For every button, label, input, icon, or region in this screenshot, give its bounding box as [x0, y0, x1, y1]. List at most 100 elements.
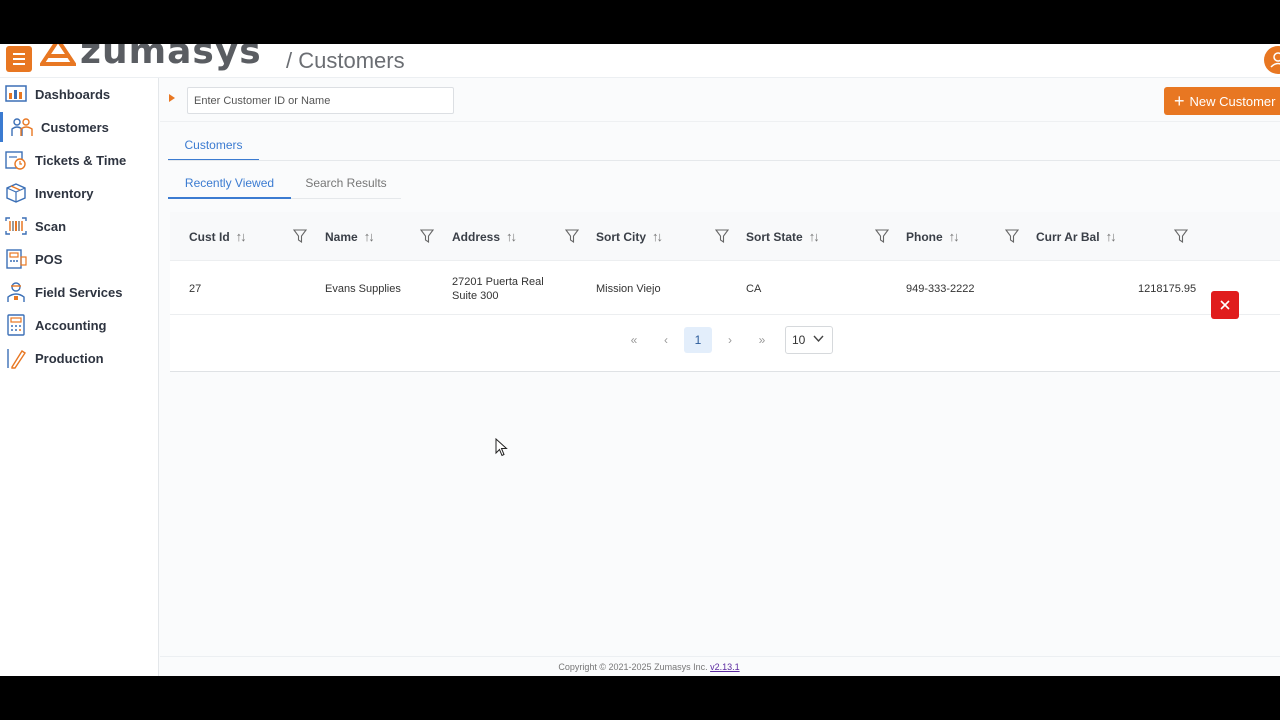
cell-name: Evans Supplies: [325, 283, 401, 295]
sidebar-item-label: Inventory: [35, 185, 94, 201]
inventory-icon: [5, 182, 27, 204]
tab-recently-viewed[interactable]: Recently Viewed: [168, 168, 291, 199]
sort-icon[interactable]: ↑↓: [236, 229, 247, 244]
sidebar-item-inventory[interactable]: Inventory: [0, 178, 158, 208]
zumasys-logo[interactable]: zumasys: [40, 44, 262, 74]
sidebar-item-field-services[interactable]: Field Services: [0, 277, 158, 307]
sort-icon[interactable]: ↑↓: [652, 229, 663, 244]
logo-mark-icon: [40, 44, 76, 66]
cell-phone: 949-333-2222: [906, 283, 975, 295]
column-header-sort-city[interactable]: Sort City ↑↓: [596, 212, 663, 261]
copyright-text: Copyright © 2021-2025 Zumasys Inc.: [558, 662, 708, 672]
sidebar-item-label: POS: [35, 251, 63, 267]
customers-icon: [11, 116, 33, 138]
table-row[interactable]: 27 Evans Supplies 27201 Puerta Real Suit…: [170, 262, 1280, 315]
sidebar-item-dashboards[interactable]: Dashboards: [0, 79, 158, 109]
search-bar: + New Customer: [160, 78, 1280, 122]
sidebar-item-label: Customers: [41, 119, 109, 135]
tickets-icon: [5, 149, 27, 171]
sidebar-item-label: Production: [35, 350, 104, 366]
sidebar-item-pos[interactable]: POS: [0, 244, 158, 274]
column-header-curr-ar-bal[interactable]: Curr Ar Bal ↑↓: [1036, 212, 1117, 261]
field-services-icon: [5, 281, 27, 303]
tab-customers[interactable]: Customers: [168, 130, 259, 161]
version-link[interactable]: v2.13.1: [710, 662, 740, 672]
sort-icon[interactable]: ↑↓: [1106, 229, 1117, 244]
cell-city: Mission Viejo: [596, 283, 661, 295]
filter-icon[interactable]: [1174, 229, 1188, 243]
sort-icon[interactable]: ↑↓: [364, 229, 375, 244]
sort-icon[interactable]: ↑↓: [949, 229, 960, 244]
sort-icon[interactable]: ↑↓: [809, 229, 820, 244]
new-customer-button[interactable]: + New Customer: [1164, 87, 1280, 115]
barcode-icon: [5, 215, 27, 237]
sidebar-item-accounting[interactable]: Accounting: [0, 310, 158, 340]
user-avatar[interactable]: [1264, 46, 1280, 74]
mouse-cursor-icon: [495, 438, 508, 457]
chevron-down-icon: [813, 335, 824, 343]
dashboard-icon: [5, 83, 27, 105]
menu-line-icon: [13, 63, 25, 65]
customer-search-input[interactable]: [187, 87, 454, 114]
filter-icon[interactable]: [293, 229, 307, 243]
sidebar-item-label: Field Services: [35, 284, 123, 300]
letterbox-bottom: [0, 676, 1280, 720]
delete-row-button[interactable]: [1211, 291, 1239, 319]
column-label: Curr Ar Bal: [1036, 229, 1100, 244]
filter-icon[interactable]: [565, 229, 579, 243]
close-icon: [1220, 300, 1230, 310]
sidebar-item-tickets-time[interactable]: Tickets & Time: [0, 145, 158, 175]
sort-icon[interactable]: ↑↓: [506, 229, 517, 244]
filter-icon[interactable]: [1005, 229, 1019, 243]
breadcrumb: / Customers: [286, 48, 405, 73]
customers-table: Cust Id ↑↓ Name ↑↓ Address ↑↓ Sort City …: [170, 212, 1280, 372]
column-label: Cust Id: [189, 229, 230, 244]
menu-line-icon: [13, 53, 25, 55]
sidebar-item-label: Dashboards: [35, 86, 111, 102]
column-header-address[interactable]: Address ↑↓: [452, 212, 517, 261]
filter-icon[interactable]: [420, 229, 434, 243]
column-header-cust-id[interactable]: Cust Id ↑↓: [189, 212, 247, 261]
sidebar-item-customers[interactable]: Customers: [0, 112, 158, 142]
sidebar-item-production[interactable]: Production: [0, 343, 158, 373]
page-size-select[interactable]: 10: [785, 326, 833, 354]
logo-text: zumasys: [80, 44, 262, 72]
first-page-icon[interactable]: «: [626, 327, 642, 353]
last-page-icon[interactable]: »: [754, 327, 770, 353]
address-line-2: Suite 300: [452, 290, 499, 302]
sidebar-item-scan[interactable]: Scan: [0, 211, 158, 241]
column-label: Sort State: [746, 229, 803, 244]
plus-icon: +: [1174, 91, 1185, 111]
cell-cust-id: 27: [189, 283, 202, 295]
hamburger-menu-button[interactable]: [6, 46, 32, 72]
page-number-current[interactable]: 1: [684, 327, 712, 353]
column-header-phone[interactable]: Phone ↑↓: [906, 212, 960, 261]
column-header-sort-state[interactable]: Sort State ↑↓: [746, 212, 820, 261]
column-label: Name: [325, 229, 358, 244]
cell-state: CA: [746, 283, 762, 295]
filter-icon[interactable]: [715, 229, 729, 243]
production-icon: [5, 347, 27, 369]
table-header: Cust Id ↑↓ Name ↑↓ Address ↑↓ Sort City …: [170, 212, 1280, 261]
letterbox-top: [0, 0, 1280, 44]
address-line-1: 27201 Puerta Real: [452, 276, 544, 288]
sidebar-item-label: Accounting: [35, 317, 107, 333]
next-page-icon[interactable]: ›: [722, 327, 738, 353]
sidebar: Dashboards Customers Tickets & Time Inve…: [0, 78, 159, 676]
pos-icon: [5, 248, 27, 270]
footer: Copyright © 2021-2025 Zumasys Inc. v2.13…: [160, 656, 1280, 676]
column-header-name[interactable]: Name ↑↓: [325, 212, 375, 261]
expand-caret-icon[interactable]: [169, 94, 175, 102]
column-label: Address: [452, 229, 501, 244]
tab-divider: [168, 160, 1280, 161]
new-customer-label: New Customer: [1189, 93, 1276, 109]
filter-icon[interactable]: [875, 229, 889, 243]
prev-page-icon[interactable]: ‹: [658, 327, 674, 353]
accounting-icon: [5, 314, 27, 336]
top-header: zumasys / Customers: [0, 44, 1280, 78]
menu-line-icon: [13, 58, 25, 60]
app-window: zumasys / Customers Dashboards Customers: [0, 44, 1280, 676]
main-content: + New Customer Customers Recently Viewed…: [160, 78, 1280, 676]
cell-balance: 1218175.95: [1138, 283, 1197, 295]
tab-search-results[interactable]: Search Results: [291, 168, 401, 199]
